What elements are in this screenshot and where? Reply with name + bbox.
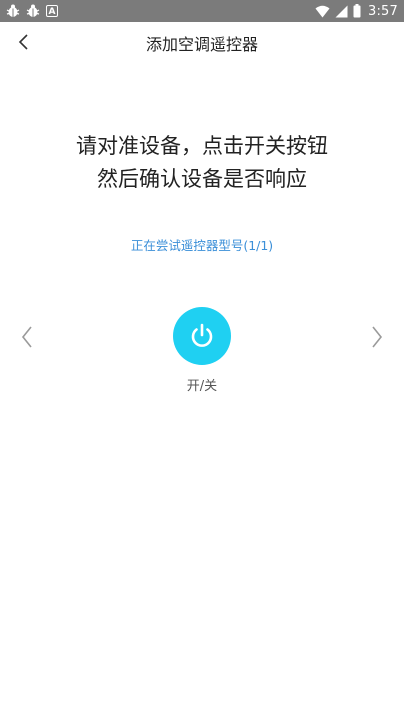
page-title: 添加空调遥控器 <box>145 35 258 54</box>
bug-icon <box>6 4 20 17</box>
trying-model-status: 正在尝试遥控器型号(1/1) <box>130 238 274 253</box>
status-bar: A 3:57 <box>0 0 404 22</box>
chevron-left-icon <box>21 326 32 348</box>
status-left-icons: A <box>6 3 58 19</box>
bug-icon <box>26 4 40 17</box>
power-button[interactable] <box>173 307 231 365</box>
instruction-line-2: 然后确认设备是否响应 <box>97 167 307 191</box>
chevron-right-icon <box>372 326 383 348</box>
wifi-icon <box>315 5 330 17</box>
next-model-button[interactable] <box>364 322 390 352</box>
instruction-line-1: 请对准设备，点击开关按钮 <box>76 134 328 158</box>
battery-icon <box>353 4 361 18</box>
instruction-text: 请对准设备，点击开关按钮 然后确认设备是否响应 <box>0 130 404 196</box>
signal-icon <box>335 5 348 17</box>
header: 添加空调遥控器 <box>0 22 404 62</box>
status-right-icons: 3:57 <box>315 2 398 20</box>
a-notification-icon: A <box>46 5 58 17</box>
power-icon <box>191 323 213 347</box>
status-time: 3:57 <box>368 3 398 19</box>
power-label: 开/关 <box>186 379 218 394</box>
previous-model-button[interactable] <box>14 322 40 352</box>
